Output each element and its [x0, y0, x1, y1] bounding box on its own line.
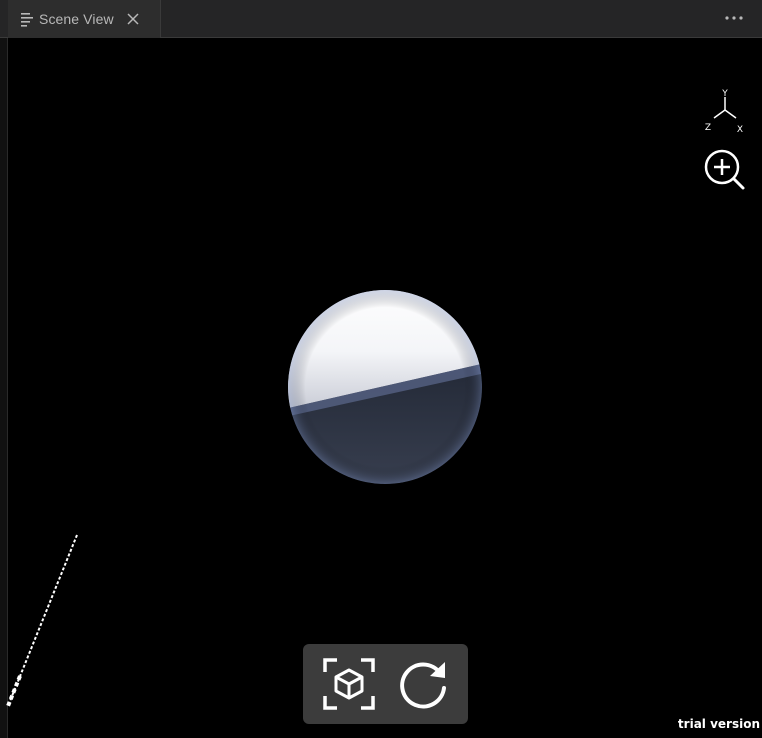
axis-gizmo-icon[interactable]: Y Z X: [695, 88, 755, 138]
trial-watermark: trial version: [677, 717, 760, 731]
axis-z-label: Z: [705, 123, 711, 133]
more-icon[interactable]: [724, 11, 744, 25]
list-icon: [21, 13, 33, 27]
axis-x-label: X: [737, 125, 743, 135]
axis-y-label: Y: [721, 89, 728, 99]
tab-scene-view[interactable]: Scene View: [8, 0, 161, 38]
tab-label: Scene View: [39, 11, 114, 27]
cube-focus-icon[interactable]: [319, 654, 379, 714]
zoom-in-icon[interactable]: [701, 146, 747, 192]
tab-bar: Scene View: [0, 0, 762, 38]
left-panel-edge: [0, 38, 8, 738]
rotate-icon[interactable]: [393, 654, 453, 714]
close-icon[interactable]: [126, 12, 140, 26]
scene-viewport[interactable]: [8, 38, 762, 738]
viewport-toolbar: [303, 644, 468, 724]
